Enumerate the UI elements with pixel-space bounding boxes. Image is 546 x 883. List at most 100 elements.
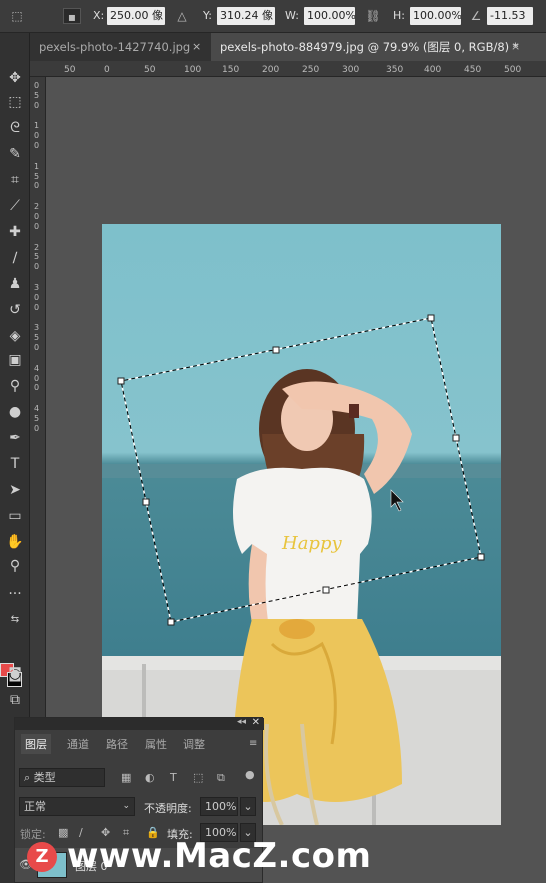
ruler-tick-label: 0 <box>34 302 40 312</box>
opacity-dropdown[interactable]: ⌄ <box>240 797 256 816</box>
eyedropper-icon[interactable]: ⟋ <box>2 195 28 217</box>
tab-channels[interactable]: 通道 <box>67 736 89 752</box>
tab-document-1[interactable]: pexels-photo-1427740.jpg <box>30 33 210 61</box>
screen-mode-icon[interactable]: ⧉ <box>2 689 28 711</box>
zoom-icon[interactable]: ⚲ <box>2 555 28 577</box>
tab-paths[interactable]: 路径 <box>106 736 128 752</box>
document-tab-bar: pexels-photo-1427740.jpg × pexels-photo-… <box>30 33 546 61</box>
path-select-icon[interactable]: ➤ <box>2 479 28 501</box>
reference-point-icon[interactable]: ▪ <box>63 8 81 24</box>
ruler-tick-label: 0 <box>34 181 40 191</box>
h-label: H: <box>393 9 405 22</box>
ruler-tick-label: 2 <box>34 202 40 212</box>
y-label: Y: <box>203 9 212 22</box>
ruler-tick-label: 5 <box>34 333 40 343</box>
blend-mode-select[interactable]: 正常 ⌄ <box>19 797 135 816</box>
rectangle-icon[interactable]: ▭ <box>2 505 28 527</box>
filter-type-icon[interactable]: T <box>170 771 177 784</box>
type-icon[interactable]: T <box>2 453 28 475</box>
healing-icon[interactable]: ✚ <box>2 221 28 243</box>
cursor-icon <box>390 489 404 512</box>
angle-field[interactable]: -11.53 <box>487 7 533 25</box>
watermark: Z www.MacZ.com <box>23 836 403 878</box>
tab-document-2[interactable]: pexels-photo-884979.jpg @ 79.9% (图层 0, R… <box>211 33 546 61</box>
brush-icon[interactable]: ∕ <box>2 247 28 269</box>
ruler-tick-label: 0 <box>104 65 110 75</box>
stamp-icon[interactable]: ♟ <box>2 273 28 295</box>
ruler-tick-label: 4 <box>34 404 40 414</box>
blur-icon[interactable]: ⚲ <box>2 375 28 397</box>
panel-header: ◂◂ ✕ <box>15 717 264 730</box>
lasso-icon[interactable]: ᘓ <box>2 117 28 139</box>
collapse-icon[interactable]: ◂◂ <box>237 717 246 727</box>
tab-properties[interactable]: 属性 <box>145 736 167 752</box>
filter-pixel-icon[interactable]: ▦ <box>121 771 131 784</box>
filter-toggle-icon[interactable]: ● <box>245 768 255 781</box>
eraser-icon[interactable]: ◈ <box>2 325 28 347</box>
ruler-tick-label: 0 <box>34 292 40 302</box>
x-position-field[interactable]: 250.00 像 <box>107 7 165 25</box>
tab-label: pexels-photo-884979.jpg @ 79.9% (图层 0, R… <box>220 40 519 54</box>
ruler-tick-label: 500 <box>504 65 522 75</box>
gradient-icon[interactable]: ▣ <box>2 349 28 371</box>
crop-icon[interactable]: ⌗ <box>2 169 28 191</box>
search-icon: ⌕ <box>24 771 31 784</box>
history-brush-icon[interactable]: ↺ <box>2 299 28 321</box>
quick-select-icon[interactable]: ✎ <box>2 143 28 165</box>
dodge-icon[interactable]: ● <box>2 401 28 423</box>
blend-mode-value: 正常 <box>24 800 46 813</box>
ruler-tick-label: 0 <box>34 141 40 150</box>
watermark-text: www.MacZ.com <box>67 836 372 876</box>
ruler-tick-label: 0 <box>34 373 40 383</box>
marquee-icon[interactable]: ⬚ <box>2 91 28 113</box>
tab-close-icon[interactable]: × <box>511 33 520 61</box>
ruler-tick-label: 5 <box>34 252 40 262</box>
y-position-field[interactable]: 310.24 像 <box>217 7 275 25</box>
filter-smart-object-icon[interactable]: ⧉ <box>217 771 225 785</box>
ruler-tick-label: 0 <box>34 262 40 272</box>
watermark-logo: Z <box>27 842 57 872</box>
ruler-tick-label: 4 <box>34 363 40 373</box>
ruler-tick-label: 50 <box>144 65 156 75</box>
quick-mask-icon[interactable]: ◙ <box>2 663 28 685</box>
filter-adjustment-icon[interactable]: ◐ <box>145 771 155 784</box>
tab-adjustments[interactable]: 调整 <box>183 736 205 752</box>
transform-icon[interactable]: ⬚ <box>8 8 26 24</box>
filter-shape-icon[interactable]: ⬚ <box>193 771 203 784</box>
ruler-tick-label: 5 <box>34 171 40 181</box>
layer-filter-select[interactable]: ⌕ 类型 <box>19 768 105 787</box>
w-label: W: <box>285 9 299 22</box>
ruler-tick-label: 5 <box>34 414 40 423</box>
pen-icon[interactable]: ✒ <box>2 427 28 449</box>
options-bar: ⬚ ▪ X: 250.00 像 △ Y: 310.24 像 W: 100.00%… <box>0 0 546 33</box>
opacity-label: 不透明度: <box>144 802 192 815</box>
ruler-tick-label: 400 <box>424 65 442 75</box>
tab-layers[interactable]: 图层 <box>21 734 51 754</box>
x-label: X: <box>93 9 105 22</box>
hand-icon[interactable]: ✋ <box>2 531 28 553</box>
ruler-tick-label: 100 <box>184 65 202 75</box>
panel-menu-icon[interactable]: ≡ <box>249 738 257 749</box>
link-icon[interactable]: ⛓ <box>364 8 382 24</box>
ruler-tick-label: 200 <box>262 65 280 75</box>
ruler-tick-label: 350 <box>386 65 404 75</box>
relative-position-icon[interactable]: △ <box>173 8 191 24</box>
height-field[interactable]: 100.00% <box>410 7 461 25</box>
move-icon[interactable]: ✥ <box>2 67 28 89</box>
ruler-tick-label: 0 <box>34 423 40 433</box>
ruler-tick-label: 50 <box>64 65 76 75</box>
opacity-field[interactable]: 100% <box>200 797 238 816</box>
ruler-tick-label: 5 <box>34 90 40 100</box>
width-field[interactable]: 100.00% <box>304 7 355 25</box>
ruler-tick-label: 1 <box>34 121 40 131</box>
transform-handles[interactable] <box>117 314 485 626</box>
close-panel-icon[interactable]: ✕ <box>252 717 260 728</box>
ruler-tick-label: 0 <box>34 221 40 231</box>
ruler-tick-label: 150 <box>222 65 240 75</box>
ruler-tick-label: 250 <box>302 65 320 75</box>
tab-close-icon[interactable]: × <box>192 33 201 61</box>
ruler-tick-label: 1 <box>34 161 40 171</box>
more-tools-icon[interactable]: ··· <box>2 583 28 605</box>
swap-colors-icon[interactable]: ⇆ <box>2 609 28 631</box>
ruler-tick-label: 0 <box>34 343 40 352</box>
